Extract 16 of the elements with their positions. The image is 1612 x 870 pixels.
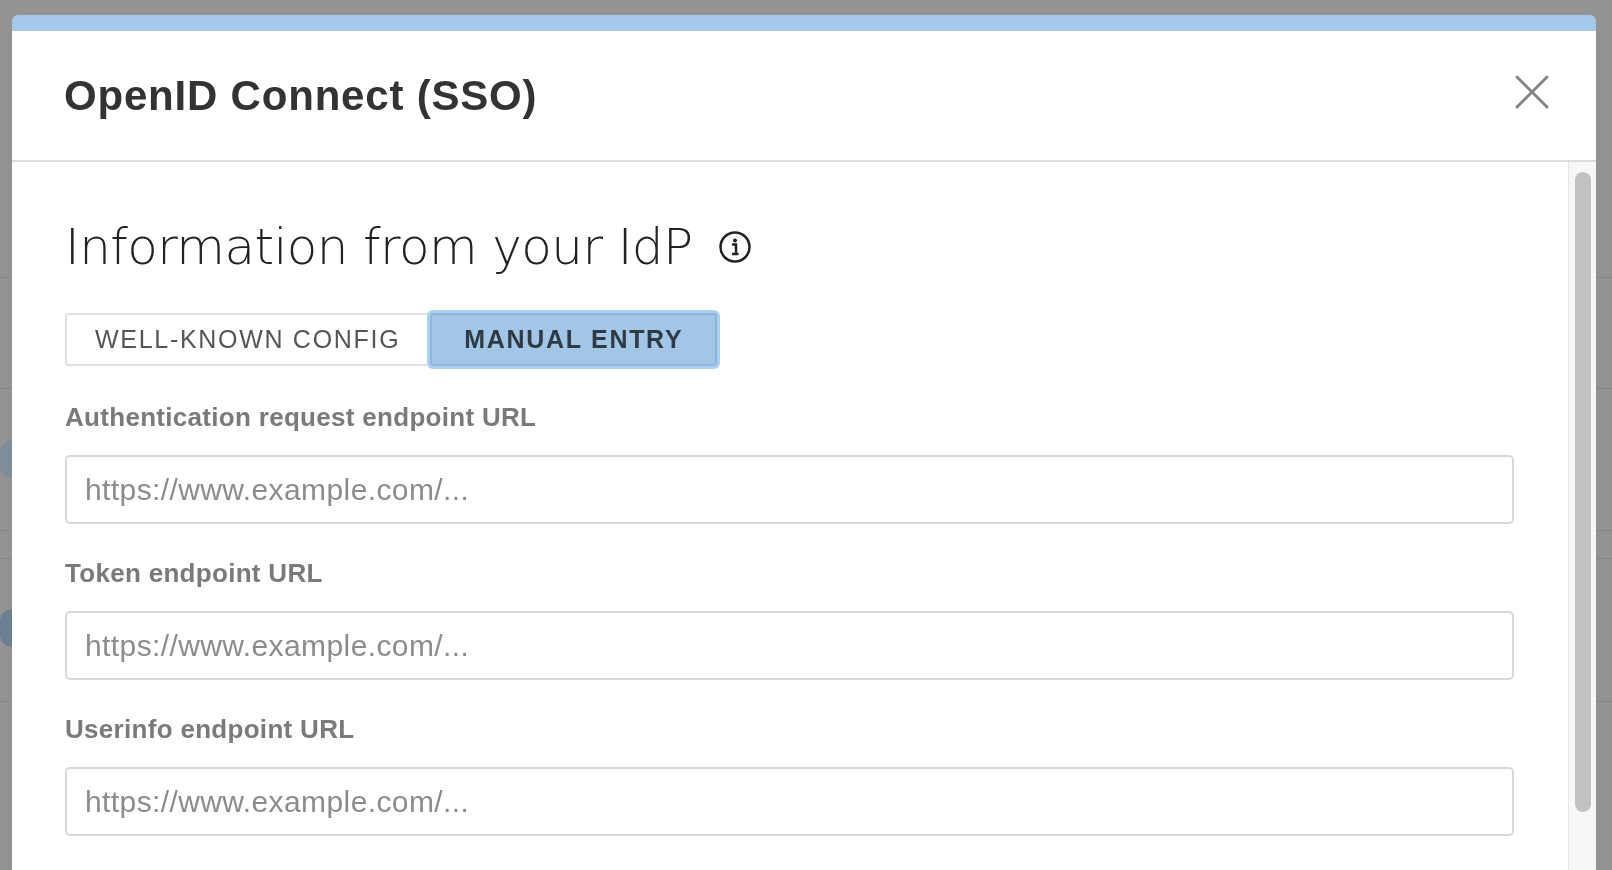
avatar-icon xyxy=(0,609,12,647)
info-icon[interactable] xyxy=(718,231,751,263)
url-input-field[interactable]: https://www.example.com/... xyxy=(65,767,1514,836)
scrollbar-thumb[interactable] xyxy=(1575,172,1591,812)
scrollbar-track[interactable] xyxy=(1568,162,1596,870)
avatar-icon xyxy=(0,440,12,478)
dialog-title: OpenID Connect (SSO) xyxy=(64,71,538,120)
url-input-field[interactable]: https://www.example.com/... xyxy=(65,455,1514,524)
field-label: Token endpoint URL xyxy=(65,558,324,588)
section-heading: Information from your IdP xyxy=(65,217,693,278)
field-label: Userinfo endpoint URL xyxy=(65,714,356,744)
url-input-field[interactable]: https://www.example.com/... xyxy=(65,611,1514,680)
close-button[interactable] xyxy=(1515,74,1549,109)
field-label: Authentication request endpoint URL xyxy=(65,402,538,432)
close-icon xyxy=(1515,74,1549,109)
tab[interactable]: MANUAL ENTRY xyxy=(430,313,718,366)
